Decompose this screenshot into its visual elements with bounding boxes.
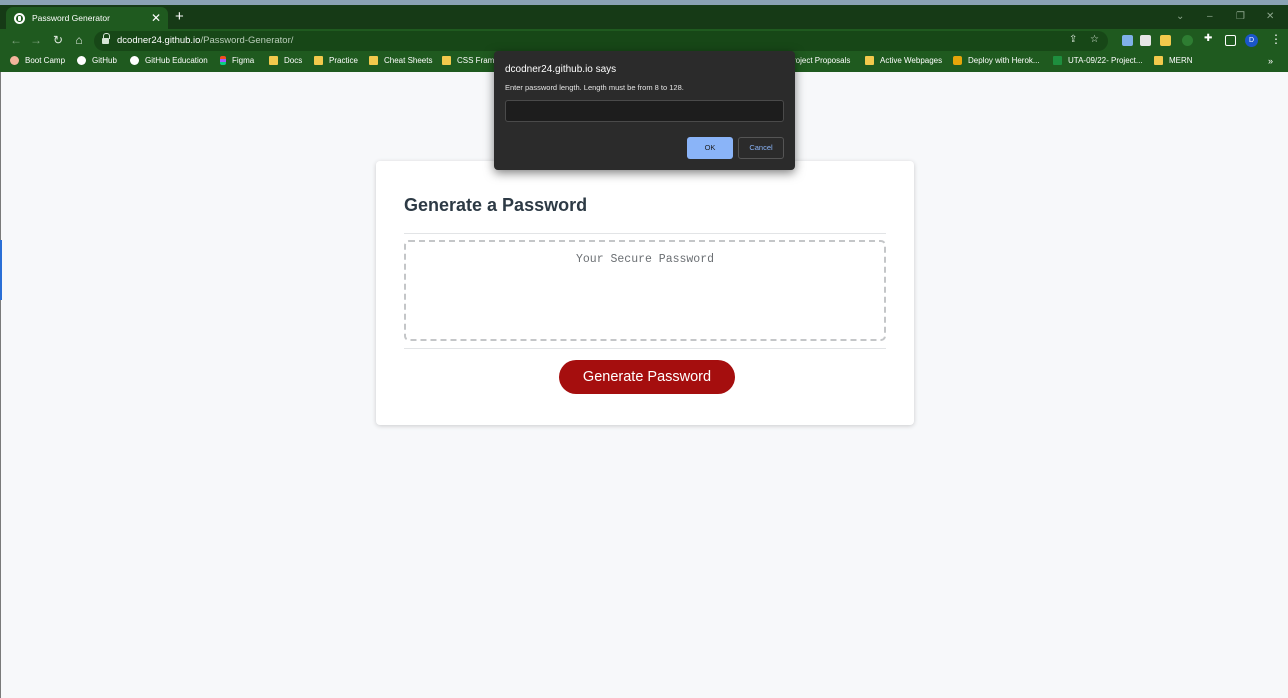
password-output[interactable]: Your Secure Password <box>404 240 886 341</box>
restore-button[interactable]: ❐ <box>1236 11 1245 22</box>
bookmark-docs[interactable]: Docs <box>269 56 302 65</box>
folder-icon <box>865 56 874 65</box>
password-card: Generate a Password Your Secure Password… <box>376 161 914 425</box>
lock-icon <box>102 33 110 44</box>
github-icon <box>130 56 139 65</box>
extension-icon[interactable] <box>1122 35 1133 46</box>
globe-icon <box>14 12 25 24</box>
tab-title: Password Generator <box>32 13 110 23</box>
bookmark-project-proposals[interactable]: roject Proposals <box>793 56 850 65</box>
figma-icon <box>220 56 226 65</box>
divider <box>404 233 886 234</box>
password-length-input[interactable] <box>505 100 784 122</box>
tab-bar: Password Generator ✕ + ⌄ – ❐ ✕ <box>0 5 1288 29</box>
extension-icon[interactable] <box>1160 35 1171 46</box>
back-button[interactable]: ← <box>9 33 23 47</box>
dialog-title: dcodner24.github.io says <box>505 64 617 75</box>
window-edge-marker <box>0 240 2 300</box>
folder-icon <box>442 56 451 65</box>
minimize-button[interactable]: – <box>1207 11 1213 22</box>
folder-icon <box>314 56 323 65</box>
tab-password-generator[interactable]: Password Generator ✕ <box>6 7 168 29</box>
prompt-dialog: dcodner24.github.io says Enter password … <box>494 51 795 170</box>
extension-icon[interactable] <box>1140 35 1151 46</box>
bookmark-github[interactable]: GitHub <box>77 56 117 65</box>
folder-icon <box>269 56 278 65</box>
bookmark-active-webpages[interactable]: Active Webpages <box>865 56 942 65</box>
close-window-button[interactable]: ✕ <box>1266 11 1274 22</box>
puzzle-icon[interactable]: ✚ <box>1204 33 1215 44</box>
cancel-button[interactable]: Cancel <box>738 137 784 159</box>
bookmark-practice[interactable]: Practice <box>314 56 358 65</box>
ok-button[interactable]: OK <box>687 137 733 159</box>
extension-icon[interactable] <box>1182 35 1193 46</box>
bookmark-figma[interactable]: Figma <box>220 56 254 65</box>
address-bar[interactable]: dcodner24.github.io/Password-Generator/ … <box>94 31 1108 51</box>
github-icon <box>77 56 86 65</box>
more-bookmarks-icon[interactable]: » <box>1268 56 1273 66</box>
folder-icon <box>369 56 378 65</box>
bookmark-uta-project[interactable]: UTA-09/22- Project... <box>1053 56 1143 65</box>
generate-password-button[interactable]: Generate Password <box>559 360 735 394</box>
reload-button[interactable]: ↻ <box>51 33 65 47</box>
bookmark-mern[interactable]: MERN <box>1154 56 1193 65</box>
new-tab-button[interactable]: + <box>175 9 184 24</box>
more-menu-icon[interactable]: ⋮ <box>1270 32 1282 46</box>
home-button[interactable]: ⌂ <box>72 33 86 47</box>
share-icon[interactable]: ⇪ <box>1069 34 1077 45</box>
bookmark-boot-camp[interactable]: Boot Camp <box>10 56 65 65</box>
bookmark-star-icon[interactable]: ☆ <box>1090 34 1099 45</box>
sheets-icon <box>1053 56 1062 65</box>
page-title: Generate a Password <box>404 195 588 215</box>
heroku-icon <box>953 56 962 65</box>
bookmark-css-frame[interactable]: CSS Frame <box>442 56 499 65</box>
url-text: dcodner24.github.io/Password-Generator/ <box>117 35 294 46</box>
forward-button[interactable]: → <box>29 33 43 47</box>
bookmark-github-education[interactable]: GitHub Education <box>130 56 208 65</box>
side-panel-icon[interactable] <box>1225 35 1236 46</box>
browser-toolbar: ← → ↻ ⌂ dcodner24.github.io/Password-Gen… <box>0 29 1288 52</box>
dialog-message: Enter password length. Length must be fr… <box>505 83 684 92</box>
bookmark-deploy-heroku[interactable]: Deploy with Herok... <box>953 56 1040 65</box>
tab-search-icon[interactable]: ⌄ <box>1176 11 1184 22</box>
divider <box>404 348 886 349</box>
boot-camp-icon <box>10 56 19 65</box>
profile-avatar[interactable]: D <box>1245 34 1258 47</box>
folder-icon <box>1154 56 1163 65</box>
close-tab-icon[interactable]: ✕ <box>150 12 162 24</box>
bookmark-cheat-sheets[interactable]: Cheat Sheets <box>369 56 432 65</box>
